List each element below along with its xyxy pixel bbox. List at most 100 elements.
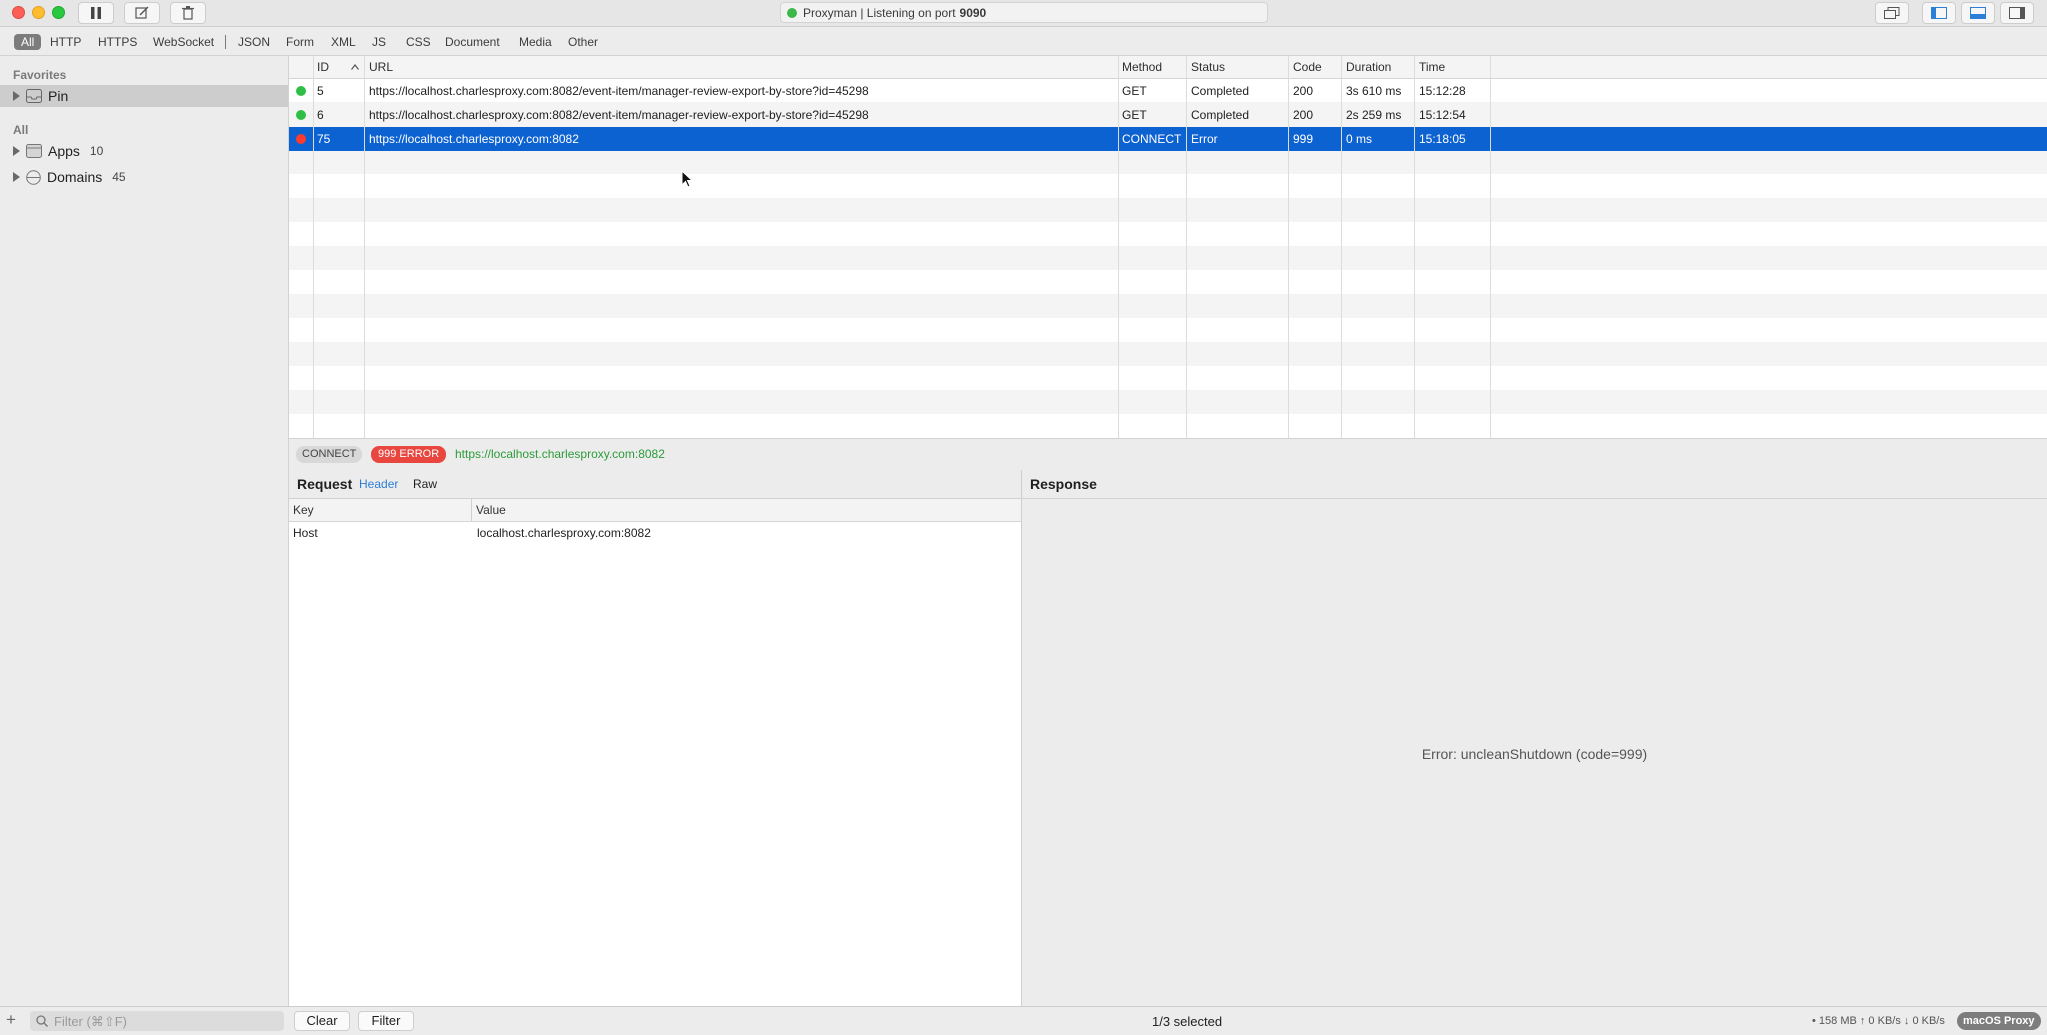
column-method[interactable]: Method: [1119, 56, 1162, 78]
zoom-window-button[interactable]: [52, 6, 65, 19]
traffic-stats: • 158 MB ↑ 0 KB/s ↓ 0 KB/s: [1812, 1015, 1945, 1027]
tab-form[interactable]: Form: [282, 34, 318, 50]
table-row-stripe: [289, 294, 2047, 318]
pause-icon: [91, 7, 101, 19]
table-row[interactable]: 5 https://localhost.charlesproxy.com:808…: [289, 79, 2047, 103]
sort-ascending-icon: [351, 64, 359, 70]
disclosure-triangle-icon[interactable]: [13, 172, 20, 182]
column-divider[interactable]: [1414, 56, 1415, 438]
tab-json[interactable]: JSON: [234, 34, 274, 50]
column-value[interactable]: Value: [476, 499, 506, 521]
cell-id: 75: [317, 132, 331, 146]
sidebar-item-pin[interactable]: Pin: [0, 85, 288, 107]
tray-icon: [26, 89, 42, 103]
tab-js[interactable]: JS: [368, 34, 390, 50]
column-divider[interactable]: [364, 56, 365, 438]
tab-css[interactable]: CSS: [402, 34, 435, 50]
column-key[interactable]: Key: [293, 499, 314, 521]
column-time[interactable]: Time: [1416, 56, 1445, 78]
mouse-cursor-icon: [681, 170, 693, 188]
column-status[interactable]: Status: [1188, 56, 1225, 78]
cell-time: 15:12:54: [1419, 108, 1466, 122]
cell-time: 15:12:28: [1419, 84, 1466, 98]
clear-trash-button[interactable]: [170, 2, 206, 24]
windows-icon: [1884, 7, 1900, 19]
macos-proxy-badge[interactable]: macOS Proxy: [1957, 1012, 2041, 1030]
tab-document[interactable]: Document: [441, 34, 504, 50]
response-panel: Response Error: uncleanShutdown (code=99…: [1022, 470, 2047, 1006]
column-divider[interactable]: [1186, 56, 1187, 438]
cell-url: https://localhost.charlesproxy.com:8082: [369, 132, 579, 146]
bottom-bar: + Clear Filter 1/3 selected • 158 MB ↑ 0…: [0, 1006, 2047, 1035]
tab-media[interactable]: Media: [515, 34, 556, 50]
new-window-button[interactable]: [1875, 2, 1909, 24]
error-badge: 999 ERROR: [371, 446, 447, 463]
cell-code: 200: [1293, 108, 1314, 122]
tab-https[interactable]: HTTPS: [94, 34, 141, 50]
cell-key: Host: [293, 526, 318, 540]
favorites-header: Favorites: [13, 68, 67, 82]
tab-raw[interactable]: Raw: [413, 477, 437, 491]
title-bar: Proxyman | Listening on port 9090: [0, 0, 2047, 27]
tab-other[interactable]: Other: [564, 34, 602, 50]
minimize-window-button[interactable]: [32, 6, 45, 19]
cell-method: CONNECT: [1122, 132, 1182, 146]
table-row-stripe: [289, 246, 2047, 270]
disclosure-triangle-icon[interactable]: [13, 146, 20, 156]
cell-value: localhost.charlesproxy.com:8082: [477, 526, 651, 540]
table-row[interactable]: 6 https://localhost.charlesproxy.com:808…: [289, 103, 2047, 127]
success-status-icon: [296, 86, 306, 96]
tab-websocket[interactable]: WebSocket: [149, 34, 218, 50]
column-divider[interactable]: [471, 499, 472, 521]
content-filter-bar: All HTTP HTTPS WebSocket JSON Form XML J…: [0, 27, 2047, 56]
cell-code: 999: [1293, 132, 1314, 146]
sidebar-item-apps[interactable]: Apps 10: [0, 140, 288, 162]
success-status-icon: [296, 110, 306, 120]
filter-search-field[interactable]: [30, 1011, 284, 1031]
tab-header[interactable]: Header: [359, 477, 398, 491]
cell-duration: 3s 610 ms: [1346, 84, 1402, 98]
column-divider[interactable]: [1490, 56, 1491, 438]
disclosure-triangle-icon[interactable]: [13, 91, 20, 101]
request-panel: Request Header Raw Key Value Host localh…: [289, 470, 1022, 1006]
listening-status-icon: [787, 7, 797, 18]
tab-all[interactable]: All: [14, 34, 42, 50]
cell-status: Error: [1191, 132, 1218, 146]
pause-button[interactable]: [78, 2, 114, 24]
title-port: 9090: [959, 5, 987, 20]
column-id[interactable]: ID: [314, 56, 329, 78]
toggle-right-panel-button[interactable]: [2000, 2, 2034, 24]
compose-icon: [135, 6, 149, 19]
cell-method: GET: [1122, 108, 1147, 122]
left-sidebar-icon: [1931, 7, 1947, 19]
add-icon[interactable]: +: [6, 1010, 16, 1030]
clear-button[interactable]: Clear: [294, 1011, 350, 1031]
toggle-sidebar-button[interactable]: [1922, 2, 1956, 24]
column-divider[interactable]: [1118, 56, 1119, 438]
request-toolbar: Request Header Raw: [289, 470, 1021, 499]
cell-time: 15:18:05: [1419, 132, 1466, 146]
tab-http[interactable]: HTTP: [46, 34, 85, 50]
column-url[interactable]: URL: [366, 56, 393, 78]
column-divider[interactable]: [1288, 56, 1289, 438]
filter-input[interactable]: [52, 1012, 276, 1030]
summary-url[interactable]: https://localhost.charlesproxy.com:8082: [455, 446, 665, 463]
sidebar-item-domains[interactable]: Domains 45: [0, 166, 288, 188]
column-duration[interactable]: Duration: [1343, 56, 1391, 78]
toggle-bottom-panel-button[interactable]: [1961, 2, 1995, 24]
tab-xml[interactable]: XML: [327, 34, 360, 50]
column-divider[interactable]: [1341, 56, 1342, 438]
sidebar-item-label: Apps: [48, 143, 80, 159]
filter-button[interactable]: Filter: [358, 1011, 414, 1031]
table-row[interactable]: Host localhost.charlesproxy.com:8082: [289, 522, 1021, 544]
column-code[interactable]: Code: [1290, 56, 1322, 78]
table-row-selected[interactable]: 75 https://localhost.charlesproxy.com:80…: [289, 127, 2047, 151]
table-row-stripe: [289, 198, 2047, 222]
column-divider[interactable]: [313, 56, 314, 438]
sidebar-item-label: Domains: [47, 169, 103, 185]
title-text: Proxyman | Listening on port: [803, 5, 956, 20]
apps-icon: [26, 144, 42, 158]
status-title: Proxyman | Listening on port 9090: [780, 2, 1268, 23]
compose-button[interactable]: [124, 2, 160, 24]
close-window-button[interactable]: [12, 6, 25, 19]
